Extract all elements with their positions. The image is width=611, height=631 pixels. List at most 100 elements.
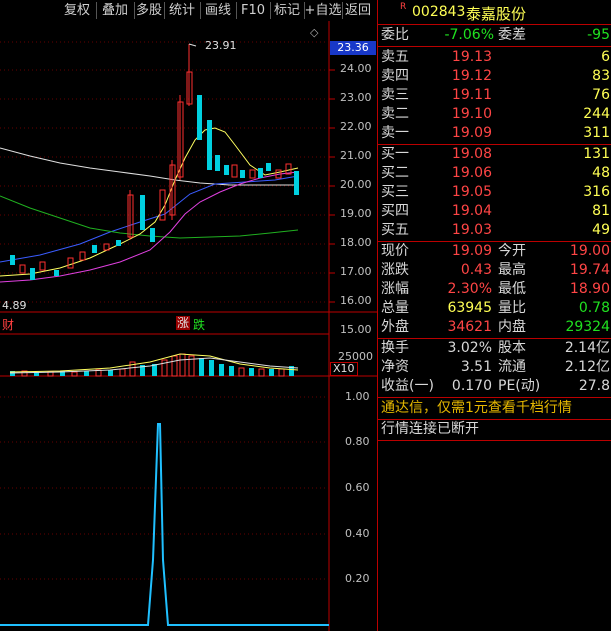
toolbar-button-diejia[interactable]: 叠加 (96, 2, 135, 19)
quote-row: 外盘 34621 内盘 29324 (378, 318, 611, 337)
quote-value: 29324 (565, 319, 610, 335)
weibi-value: -7.06% (444, 27, 494, 43)
bid-volume: 49 (592, 222, 610, 238)
current-price-tag: 23.36 (330, 41, 376, 55)
diamond-icon[interactable]: ◇ (310, 26, 318, 39)
upgrade-notice[interactable]: 通达信，仅需1元查看千档行情 (378, 399, 611, 418)
toolbar-button-zixuan[interactable]: +自选 (304, 2, 343, 19)
ask-label: 卖一 (381, 125, 409, 141)
ask-price: 19.10 (451, 106, 492, 122)
fin-label: 收益(一) (381, 378, 434, 394)
quote-row: 涨跌 0.43 最高 19.74 (378, 261, 611, 280)
weibi-label: 委比 (381, 27, 409, 43)
weibi-row: 委比 -7.06% 委差 -95 (378, 26, 611, 45)
fin-label: 股本 (498, 340, 526, 356)
price-tick: 16.00 (340, 294, 372, 307)
ask-volume: 6 (601, 49, 610, 65)
bid-price: 19.03 (451, 222, 492, 238)
price-tick: 22.00 (340, 120, 372, 133)
toolbar-button-huaxian[interactable]: 画线 (200, 2, 237, 19)
ask-price: 19.09 (451, 125, 492, 141)
ask-label: 卖五 (381, 49, 409, 65)
toolbar-button-duogu[interactable]: 多股 (134, 2, 165, 19)
ask-row: 卖五 19.13 6 (378, 48, 611, 67)
quote-value: 19.74 (569, 262, 610, 278)
quote-value: 0.43 (460, 262, 492, 278)
stock-code: 002843 (412, 4, 466, 20)
bid-volume: 316 (583, 184, 610, 200)
fin-value: 27.8 (578, 378, 610, 394)
fin-value: 0.170 (451, 378, 492, 394)
price-tick: 21.00 (340, 149, 372, 162)
price-tick: 17.00 (340, 265, 372, 278)
price-tick: 24.00 (340, 62, 372, 75)
toolbar-button-fuquan[interactable]: 复权 (58, 2, 97, 19)
fin-value: 3.51 (460, 359, 492, 375)
fin-value: 2.14亿 (564, 340, 610, 356)
limit-up-marker[interactable]: 涨 (176, 316, 191, 330)
fin-value: 2.12亿 (564, 359, 610, 375)
price-tick: 20.00 (340, 178, 372, 191)
quote-label: 最高 (498, 262, 526, 278)
ask-label: 卖三 (381, 87, 409, 103)
ask-row: 卖三 19.11 76 (378, 86, 611, 105)
price-tick: 19.00 (340, 207, 372, 220)
bid-label: 买三 (381, 184, 409, 200)
ask-price: 19.13 (451, 49, 492, 65)
quote-value: 19.00 (569, 243, 610, 259)
quote-label: 总量 (381, 300, 409, 316)
quote-panel: R 002843 泰嘉股份 委比 -7.06% 委差 -95 卖五 19.13 6 … (377, 0, 611, 631)
fin-row: 收益(一) 0.170 PE(动) 27.8 (378, 377, 611, 396)
toolbar-button-f10[interactable]: F10 (236, 2, 271, 19)
upgrade-notice-text[interactable]: 通达信，仅需1元查看千档行情 (381, 399, 572, 418)
ask-price: 19.12 (451, 68, 492, 84)
quote-row: 现价 19.09 今开 19.00 (378, 242, 611, 261)
bid-label: 买五 (381, 222, 409, 238)
quote-label: 量比 (498, 300, 526, 316)
indicator-line (0, 423, 329, 626)
indicator-tick: 0.40 (345, 527, 370, 540)
quote-value: 18.90 (569, 281, 610, 297)
limit-down-marker[interactable]: 跌 (193, 316, 205, 333)
ask-row: 卖一 19.09 311 (378, 124, 611, 143)
ask-label: 卖二 (381, 106, 409, 122)
fin-value: 3.02% (447, 340, 492, 356)
fin-row: 净资 3.51 流通 2.12亿 (378, 358, 611, 377)
chart-toolbar: 复权 叠加 多股 统计 画线 F10 标记 +自选 返回 (0, 0, 375, 21)
bid-label: 买四 (381, 203, 409, 219)
bid-price: 19.05 (451, 184, 492, 200)
quote-label: 内盘 (498, 319, 526, 335)
ask-volume: 83 (592, 68, 610, 84)
fin-label: 净资 (381, 359, 409, 375)
ask-label: 卖四 (381, 68, 409, 84)
quote-label: 涨幅 (381, 281, 409, 297)
finance-marker[interactable]: 财 (2, 316, 14, 333)
ask-row: 卖四 19.12 83 (378, 67, 611, 86)
toolbar-button-biaoji[interactable]: 标记 (270, 2, 305, 19)
quote-value: 19.09 (451, 243, 492, 259)
quote-label: 今开 (498, 243, 526, 259)
connection-status-text: 行情连接已断开 (381, 421, 479, 437)
ask-row: 卖二 19.10 244 (378, 105, 611, 124)
quote-row: 总量 63945 量比 0.78 (378, 299, 611, 318)
quote-value: 0.78 (578, 300, 610, 316)
connection-status: 行情连接已断开 (378, 420, 611, 439)
quote-label: 最低 (498, 281, 526, 297)
candles (10, 44, 299, 280)
bid-row: 买一 19.08 131 (378, 145, 611, 164)
toolbar-button-fanhui[interactable]: 返回 (342, 2, 374, 19)
quote-label: 现价 (381, 243, 409, 259)
ma-line-white (0, 147, 298, 186)
volume-unit: X10 (330, 362, 358, 376)
price-tick: 23.00 (340, 91, 372, 104)
indicator-tick: 0.60 (345, 481, 370, 494)
toolbar-button-tongji[interactable]: 统计 (164, 2, 201, 19)
fin-label: PE(动) (498, 378, 541, 394)
stock-name: 泰嘉股份 (466, 5, 527, 23)
low-price-marker: 4.89 (2, 299, 27, 312)
weicha-value: -95 (587, 27, 610, 43)
bid-label: 买二 (381, 165, 409, 181)
ask-volume: 76 (592, 87, 610, 103)
margin-badge: R (400, 2, 407, 12)
bid-volume: 81 (592, 203, 610, 219)
